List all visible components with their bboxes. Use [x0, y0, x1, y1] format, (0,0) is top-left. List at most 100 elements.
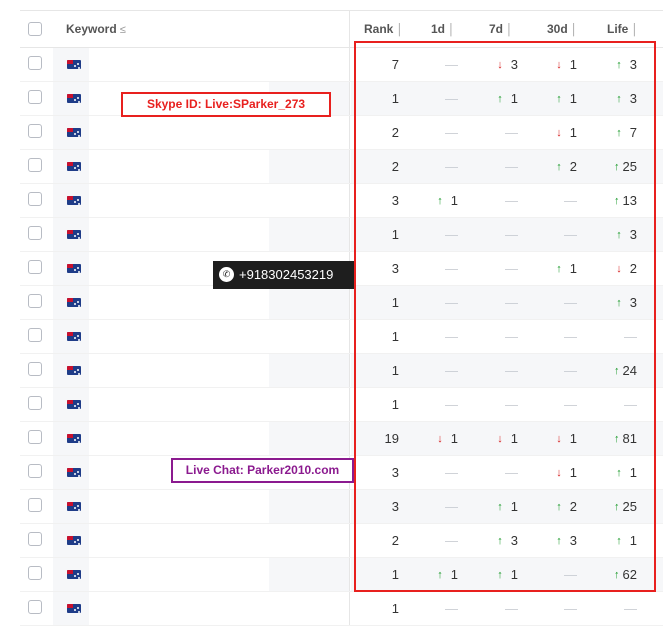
row-checkbox[interactable]	[28, 124, 42, 138]
row-checkbox[interactable]	[28, 260, 42, 274]
row-bg	[269, 490, 349, 523]
d1-empty: —	[445, 91, 458, 106]
table-row[interactable]: 2— ↑ 3 ↑ 3 ↑ 1	[20, 524, 663, 558]
d30-change: ↓ 1	[525, 48, 577, 81]
sort-icon[interactable]: │	[506, 24, 513, 36]
row-checkbox[interactable]	[28, 90, 42, 104]
life-value: 25	[622, 499, 637, 514]
keyword-column-header[interactable]: Keyword ≤	[66, 11, 126, 47]
row-checkbox[interactable]	[28, 192, 42, 206]
rank-value: 1	[391, 397, 399, 412]
d7-value: 1	[510, 431, 518, 446]
row-checkbox[interactable]	[28, 226, 42, 240]
life-empty: —	[624, 601, 637, 616]
sort-icon[interactable]: ≤	[120, 24, 126, 36]
life-change: ↑ 3	[580, 286, 637, 319]
table-row[interactable]: 7— ↓ 3 ↓ 1 ↑ 3	[20, 48, 663, 82]
d7-value: 1	[510, 91, 518, 106]
table-row[interactable]: 3 ↑ 1— — ↑ 13	[20, 184, 663, 218]
d30-value: 1	[569, 261, 577, 276]
row-bg	[269, 388, 349, 421]
select-all-checkbox[interactable]	[28, 22, 42, 36]
rank-column-header[interactable]: Rank │	[364, 11, 403, 47]
table-row[interactable]: 1 — — — —	[20, 592, 663, 626]
d7-value: 1	[510, 499, 518, 514]
d30-empty: —	[564, 363, 577, 378]
arrow-up-icon: ↑	[614, 365, 620, 377]
d7-value: 1	[510, 567, 518, 582]
sort-icon[interactable]: │	[396, 24, 403, 36]
d7-empty: —	[505, 261, 518, 276]
australia-flag-icon	[67, 60, 81, 69]
life-change: ↑ 25	[580, 490, 637, 523]
row-checkbox[interactable]	[28, 566, 42, 580]
arrow-up-icon: ↑	[556, 263, 562, 275]
row-checkbox[interactable]	[28, 294, 42, 308]
sort-icon[interactable]: │	[571, 24, 578, 36]
australia-flag-icon	[67, 400, 81, 409]
table-row[interactable]: 3— ↑ 1 ↑ 2 ↑ 25	[20, 490, 663, 524]
column-divider	[349, 354, 350, 387]
table-row[interactable]: 1 ↑ 1 ↑ 1— ↑ 62	[20, 558, 663, 592]
d7-change: ↑ 1	[466, 82, 518, 115]
d1-empty: —	[445, 125, 458, 140]
row-checkbox[interactable]	[28, 600, 42, 614]
sort-icon[interactable]: │	[448, 24, 455, 36]
d7-value: 3	[510, 533, 518, 548]
rank-value: 1	[391, 227, 399, 242]
sort-icon[interactable]: │	[631, 24, 638, 36]
table-row[interactable]: 2— — ↓ 1 ↑ 7	[20, 116, 663, 150]
1d-column-header[interactable]: 1d │	[431, 11, 455, 47]
arrow-down-icon: ↓	[497, 433, 503, 445]
d7-empty: —	[505, 363, 518, 378]
d30-value: 3	[569, 533, 577, 548]
row-checkbox[interactable]	[28, 328, 42, 342]
d7-empty: —	[505, 465, 518, 480]
row-bg	[269, 48, 349, 81]
row-bg	[269, 116, 349, 149]
life-column-header[interactable]: Life │	[607, 11, 638, 47]
row-checkbox[interactable]	[28, 396, 42, 410]
rank-value: 1	[391, 567, 399, 582]
7d-column-header[interactable]: 7d │	[489, 11, 513, 47]
table-row[interactable]: 19 ↓ 1 ↓ 1 ↓ 1 ↑ 81	[20, 422, 663, 456]
row-checkbox[interactable]	[28, 362, 42, 376]
whatsapp-number: +918302453219	[239, 267, 334, 282]
row-checkbox[interactable]	[28, 464, 42, 478]
column-divider	[349, 184, 350, 217]
row-checkbox[interactable]	[28, 532, 42, 546]
table-row[interactable]: 1 — — — —	[20, 320, 663, 354]
column-divider	[349, 286, 350, 319]
arrow-up-icon: ↑	[497, 93, 503, 105]
table-row[interactable]: 1 — — — —	[20, 388, 663, 422]
row-checkbox[interactable]	[28, 158, 42, 172]
row-checkbox[interactable]	[28, 56, 42, 70]
australia-flag-icon	[67, 332, 81, 341]
table-row[interactable]: 1— — — ↑ 24	[20, 354, 663, 388]
table-row[interactable]: 1— — — ↑ 3	[20, 218, 663, 252]
australia-flag-icon	[67, 502, 81, 511]
row-bg	[269, 286, 349, 319]
australia-flag-icon	[67, 162, 81, 171]
arrow-up-icon: ↑	[556, 93, 562, 105]
d1-empty: —	[445, 533, 458, 548]
life-value: 3	[629, 295, 637, 310]
row-checkbox[interactable]	[28, 498, 42, 512]
d1-change: ↑ 1	[406, 558, 458, 591]
rank-value: 2	[391, 125, 399, 140]
d1-empty: —	[445, 227, 458, 242]
whatsapp-icon: ✆	[219, 267, 234, 283]
australia-flag-icon	[67, 196, 81, 205]
table-row[interactable]: 2— — ↑ 2 ↑ 25	[20, 150, 663, 184]
column-divider	[349, 11, 350, 47]
d1-empty: —	[445, 261, 458, 276]
arrow-up-icon: ↑	[497, 535, 503, 547]
table-row[interactable]: 1— ↑ 1 ↑ 1 ↑ 3	[20, 82, 663, 116]
column-divider	[349, 558, 350, 591]
arrow-up-icon: ↑	[614, 161, 620, 173]
row-checkbox[interactable]	[28, 430, 42, 444]
d7-empty: —	[505, 227, 518, 242]
30d-column-header[interactable]: 30d │	[547, 11, 578, 47]
table-row[interactable]: 1— — — ↑ 3	[20, 286, 663, 320]
rank-value: 7	[391, 57, 399, 72]
